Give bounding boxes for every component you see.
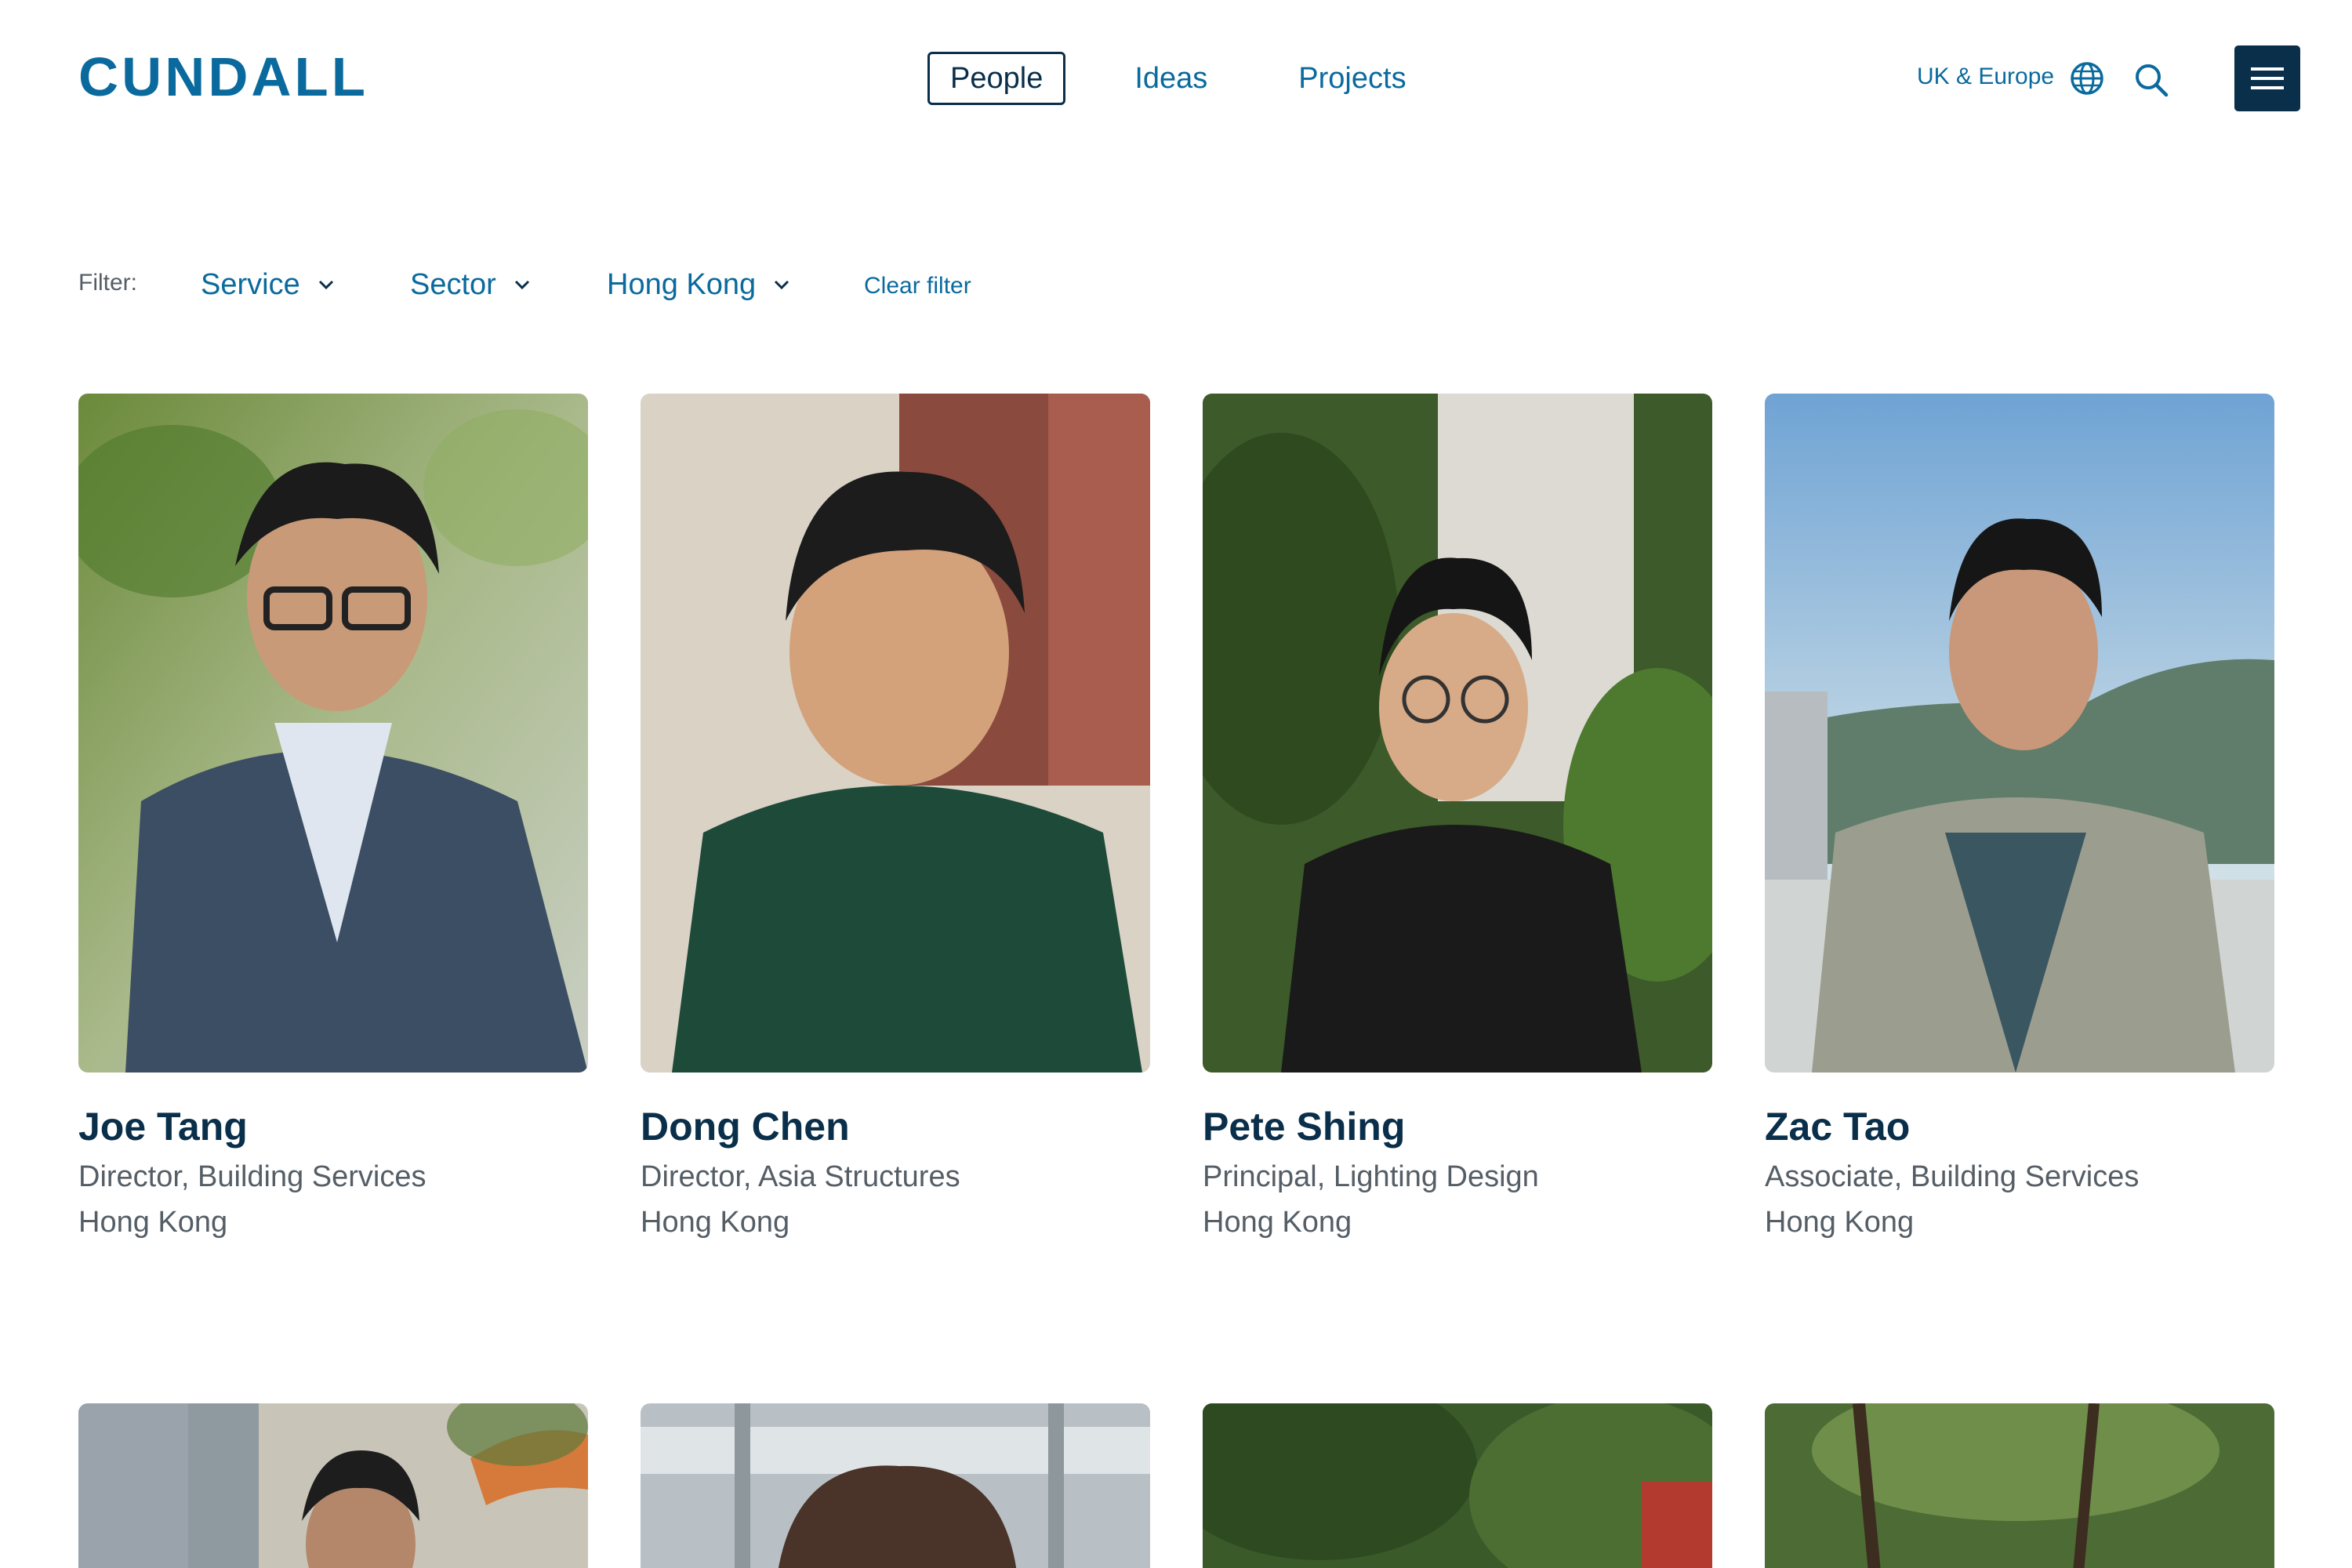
location-filter-label: Hong Kong	[607, 267, 757, 301]
person-photo[interactable]	[1203, 1403, 1712, 1568]
person-card[interactable]: Joe Tang Director, Building Services Hon…	[78, 394, 588, 1242]
nav-ideas[interactable]: Ideas	[1114, 52, 1228, 105]
person-location: Hong Kong	[641, 1206, 790, 1239]
person-location: Hong Kong	[1203, 1206, 1352, 1239]
chevron-down-icon	[775, 280, 789, 290]
person-card[interactable]	[78, 1403, 588, 1568]
person-card[interactable]: Dong Chen Director, Asia Structures Hong…	[641, 394, 1150, 1242]
person-photo[interactable]	[641, 394, 1150, 1073]
person-photo[interactable]	[1203, 394, 1712, 1073]
filter-label: Filter:	[78, 270, 137, 296]
site-header: CUNDALL People Ideas Projects UK & Europ…	[0, 0, 2352, 157]
person-location: Hong Kong	[78, 1206, 228, 1239]
logo-wordmark: CUNDALL	[78, 53, 368, 102]
hamburger-menu-icon	[2251, 67, 2284, 89]
cundall-logo[interactable]: CUNDALL	[78, 53, 368, 102]
person-photo[interactable]	[78, 394, 588, 1073]
sector-filter-label: Sector	[410, 267, 496, 301]
svg-text:CUNDALL: CUNDALL	[78, 53, 368, 102]
chevron-down-icon	[514, 280, 529, 290]
person-photo[interactable]	[1765, 1403, 2274, 1568]
person-name[interactable]: Joe Tang	[78, 1104, 588, 1149]
person-photo[interactable]	[1765, 394, 2274, 1073]
main-nav: People Ideas Projects	[927, 52, 1427, 105]
person-name[interactable]: Pete Shing	[1203, 1104, 1712, 1149]
nav-people[interactable]: People	[927, 52, 1066, 105]
person-card[interactable]: Zac Tao Associate, Building Services Hon…	[1765, 394, 2274, 1242]
person-card[interactable]	[1765, 1403, 2274, 1568]
nav-projects[interactable]: Projects	[1278, 52, 1426, 105]
hamburger-menu-button[interactable]	[2234, 45, 2300, 111]
person-name[interactable]: Dong Chen	[641, 1104, 1150, 1149]
person-photo[interactable]	[641, 1403, 1150, 1568]
person-card[interactable]	[641, 1403, 1150, 1568]
person-photo[interactable]	[78, 1403, 588, 1568]
search-icon[interactable]	[2132, 61, 2170, 99]
person-role: Director, Asia Structures	[641, 1160, 960, 1193]
person-card[interactable]	[1203, 1403, 1712, 1568]
sector-filter-dropdown[interactable]: Sector	[410, 267, 531, 303]
person-location: Hong Kong	[1765, 1206, 1915, 1239]
chevron-down-icon	[318, 280, 333, 290]
location-filter-dropdown[interactable]: Hong Kong	[607, 267, 790, 303]
person-role: Principal, Lighting Design	[1203, 1160, 1539, 1193]
person-name[interactable]: Zac Tao	[1765, 1104, 2274, 1149]
person-role: Associate, Building Services	[1765, 1160, 2140, 1193]
person-card[interactable]: Pete Shing Principal, Lighting Design Ho…	[1203, 394, 1712, 1242]
filter-bar: Filter: Service Sector Hong Kong Clear f…	[78, 267, 1176, 306]
globe-icon[interactable]	[2068, 60, 2106, 97]
service-filter-dropdown[interactable]: Service	[201, 267, 335, 303]
service-filter-label: Service	[201, 267, 300, 301]
clear-filter-link[interactable]: Clear filter	[864, 273, 971, 299]
person-role: Director, Building Services	[78, 1160, 426, 1193]
region-selector[interactable]: UK & Europe	[1917, 61, 2054, 93]
